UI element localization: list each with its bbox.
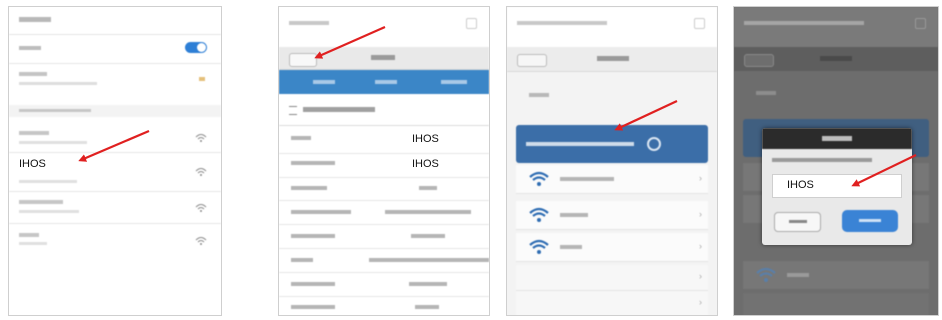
chevron-right-icon: › — [699, 209, 702, 219]
message-dialog: IHOS — [762, 128, 912, 245]
message-dialog-screen: IHOS — [733, 6, 939, 316]
chevron-right-icon: › — [699, 297, 702, 307]
chevron-right-icon: › — [699, 241, 702, 251]
ihos-network-label[interactable]: IHOS — [19, 158, 46, 170]
wlan-toggle-label — [19, 46, 41, 50]
tab-3[interactable] — [441, 80, 467, 84]
available-networks-section — [9, 105, 221, 117]
status-screen: IHOS IHOS — [278, 6, 490, 316]
chevron-right-icon: › — [699, 271, 702, 281]
lock-wifi-icon — [195, 133, 207, 145]
welcome-screen: › › › › › — [506, 6, 718, 316]
back-button-icon[interactable] — [289, 53, 317, 67]
wifi-icon — [529, 171, 549, 186]
wifi-icon — [529, 239, 549, 254]
confirm-button[interactable] — [842, 210, 898, 232]
status-tabs — [279, 70, 489, 94]
select-wireless-network-bar[interactable] — [516, 125, 708, 163]
network-name-input[interactable]: IHOS — [772, 174, 902, 198]
address-bar — [734, 7, 938, 47]
tab-1[interactable] — [313, 80, 335, 84]
lock-wifi-icon — [195, 236, 207, 248]
lock-wifi-icon — [195, 167, 207, 179]
wifi-icon — [529, 207, 549, 222]
name-value: IHOS — [412, 133, 439, 145]
welcome-header — [507, 47, 717, 72]
cancel-button[interactable] — [774, 212, 821, 232]
tab-2[interactable] — [375, 80, 397, 84]
back-button-icon[interactable] — [517, 54, 547, 67]
dialog-prompt — [772, 158, 872, 162]
wlan-header — [9, 7, 221, 35]
device-information-title — [303, 107, 375, 112]
lock-wifi-icon — [195, 203, 207, 215]
list-item[interactable]: › — [516, 291, 708, 315]
address-bar — [279, 7, 489, 47]
wifi-icon — [756, 267, 776, 282]
chevron-right-icon: › — [699, 173, 702, 183]
address-bar — [507, 7, 717, 47]
list-item[interactable]: › — [516, 233, 708, 262]
network-name-value: IHOS — [787, 179, 814, 191]
welcome-header — [734, 47, 938, 71]
list-item[interactable]: › — [516, 265, 708, 291]
device-name-value: IHOS — [412, 158, 439, 170]
dialog-title — [762, 128, 912, 149]
list-item[interactable]: › — [516, 165, 708, 194]
wlan-toggle[interactable] — [185, 42, 207, 53]
wlan-settings-screen: IHOS — [8, 6, 222, 316]
list-item[interactable]: › — [516, 201, 708, 230]
